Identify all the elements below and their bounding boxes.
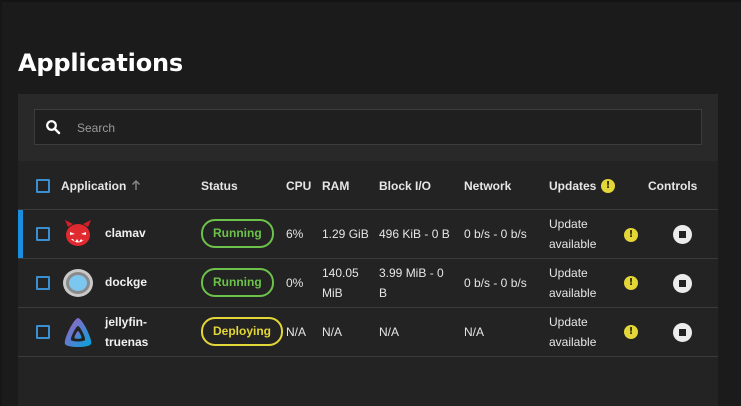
ram-value: 140.05 [322, 266, 359, 280]
row-checkbox[interactable] [36, 227, 50, 241]
top-border [0, 0, 741, 2]
dockge-logo-icon [63, 269, 93, 297]
block-io-value-line2: B [379, 286, 388, 300]
network-value: N/A [464, 325, 485, 339]
applications-panel: Application Status CPU RAM Block I/O Net… [18, 94, 718, 406]
search-input[interactable] [75, 110, 679, 146]
arrow-up-icon[interactable] [131, 179, 141, 191]
search-area [18, 94, 718, 161]
select-all-checkbox[interactable] [36, 179, 50, 193]
network-value: 0 b/s - 0 b/s [464, 276, 527, 290]
network-value: 0 b/s - 0 b/s [464, 227, 527, 241]
ram-value: 1.29 GiB [322, 227, 369, 241]
search-box[interactable] [34, 109, 702, 146]
cpu-value: N/A [286, 325, 307, 339]
update-label: Update [549, 315, 588, 329]
left-border [0, 0, 2, 406]
app-name[interactable]: clamav [105, 224, 146, 243]
update-warning-icon[interactable]: ! [624, 325, 638, 339]
column-block-io[interactable]: Block I/O [379, 179, 431, 193]
column-controls: Controls [648, 179, 698, 193]
app-name-line2[interactable]: truenas [105, 333, 148, 352]
table-row[interactable]: jellyfin- truenas Deploying N/A N/A N/A … [18, 308, 718, 357]
stop-button[interactable] [673, 274, 692, 293]
column-ram[interactable]: RAM [322, 179, 349, 193]
row-checkbox[interactable] [36, 325, 50, 339]
stop-button[interactable] [673, 225, 692, 244]
update-label-line2: available [549, 335, 597, 349]
app-name[interactable]: jellyfin- [105, 313, 147, 332]
app-name[interactable]: dockge [105, 273, 147, 292]
ram-value: N/A [322, 325, 343, 339]
table-header: Application Status CPU RAM Block I/O Net… [18, 161, 718, 210]
update-warning-icon[interactable]: ! [624, 228, 638, 242]
status-badge: Running [201, 268, 274, 297]
update-warning-icon[interactable]: ! [624, 276, 638, 290]
block-io-value: N/A [379, 325, 400, 339]
block-io-value: 3.99 MiB - 0 [379, 266, 444, 280]
search-icon [46, 120, 61, 135]
clamav-logo-icon [65, 220, 91, 246]
column-application[interactable]: Application [61, 179, 126, 193]
stop-button[interactable] [673, 323, 692, 342]
update-label-line2: available [549, 237, 597, 251]
status-badge: Running [201, 219, 274, 248]
column-updates[interactable]: Updates [549, 179, 596, 193]
status-badge: Deploying [201, 317, 284, 346]
table-row[interactable]: dockge Running 0% 140.05 MiB 3.99 MiB - … [18, 259, 718, 308]
column-network[interactable]: Network [464, 179, 511, 193]
row-checkbox[interactable] [36, 276, 50, 290]
block-io-value: 496 KiB - 0 B [379, 227, 450, 241]
update-label-line2: available [549, 286, 597, 300]
column-cpu[interactable]: CPU [286, 179, 311, 193]
cpu-value: 6% [286, 227, 304, 241]
page-title: Applications [18, 49, 183, 77]
updates-warning-icon: ! [601, 179, 615, 193]
table-row[interactable]: clamav Running 6% 1.29 GiB 496 KiB - 0 B… [18, 210, 718, 259]
update-label: Update [549, 266, 588, 280]
update-label: Update [549, 217, 588, 231]
cpu-value: 0% [286, 276, 304, 290]
ram-value-line2: MiB [322, 286, 343, 300]
column-status[interactable]: Status [201, 179, 238, 193]
jellyfin-logo-icon [64, 318, 92, 347]
